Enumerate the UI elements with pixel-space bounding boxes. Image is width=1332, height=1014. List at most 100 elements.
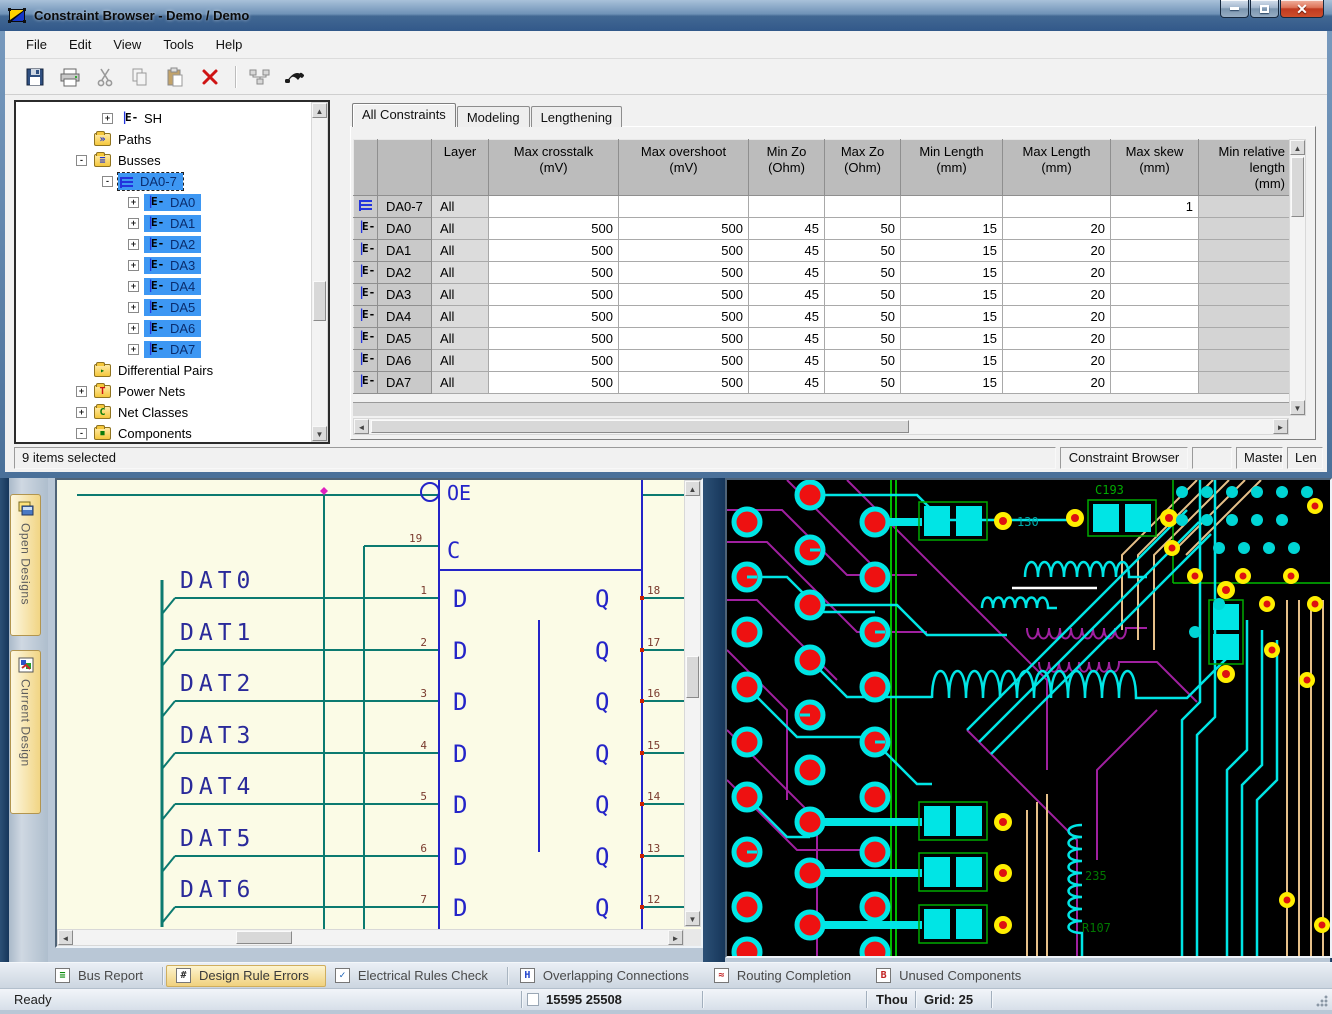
scroll-up-arrow[interactable]: ▲ [1290,140,1305,155]
scroll-left-arrow[interactable]: ◄ [354,419,369,434]
side-tab-current-design[interactable]: Current Design [10,650,41,814]
tree-item-label[interactable]: Net Classes [115,405,191,420]
tree-expander[interactable]: + [76,386,87,397]
tree-item[interactable]: + SH [16,108,311,129]
browser-mode-panel[interactable]: Constraint Browser [1060,447,1188,469]
tree-item-label[interactable]: SH [141,111,165,126]
scrollbar-thumb[interactable] [686,656,699,698]
paste-button[interactable] [161,64,189,90]
tree-item-label[interactable]: DA3 [167,258,198,273]
tree-item-label[interactable]: Differential Pairs [115,363,216,378]
scroll-up-arrow[interactable]: ▲ [685,481,700,496]
tree-item-selected[interactable]: +DA7 [16,339,311,360]
scrollbar-thumb[interactable] [313,281,326,321]
table-row[interactable]: DA5All50050045501520 [354,328,1290,350]
tab-unused-components[interactable]: Unused Components [867,965,1037,987]
tree-item-label[interactable]: DA5 [167,300,198,315]
scrollbar-thumb[interactable] [1291,157,1304,217]
tree-item-selected[interactable]: + DA1 [16,213,311,234]
tree-expander[interactable]: + [128,281,139,292]
menu-file[interactable]: File [15,33,58,56]
menu-tools[interactable]: Tools [152,33,204,56]
header-name-col[interactable] [378,140,432,196]
scroll-down-arrow[interactable]: ▼ [312,426,327,441]
header-max-length[interactable]: Max Length(mm) [1003,140,1111,196]
tree-expander[interactable]: + [128,323,139,334]
tree-item-selected[interactable]: + DA6 [16,318,311,339]
tools-button[interactable] [281,64,309,90]
minimize-button[interactable] [1220,0,1249,18]
tree-item[interactable]: + Power Nets [16,381,311,402]
header-max-overshoot[interactable]: Max overshoot(mV) [619,140,749,196]
tree-item[interactable]: - Busses [16,150,311,171]
tree-item-selected[interactable]: -DA0-7 [16,171,311,192]
cut-button[interactable] [91,64,119,90]
tree-expander[interactable]: + [128,197,139,208]
tree-item-selected[interactable]: + DA3 [16,255,311,276]
schematic-vertical-scrollbar[interactable]: ▲ ▼ [684,480,701,927]
tree-item-label[interactable]: Power Nets [115,384,188,399]
connections-button[interactable] [246,64,274,90]
table-row[interactable]: DA4All50050045501520 [354,306,1290,328]
menu-view[interactable]: View [102,33,152,56]
menu-help[interactable]: Help [205,33,254,56]
save-button[interactable] [21,64,49,90]
pcb-layout-pane[interactable]: C193 130 235 R107 [725,478,1332,958]
tree-expander[interactable]: + [76,407,87,418]
header-layer[interactable]: Layer [432,140,489,196]
delete-button[interactable] [196,64,224,90]
side-tab-open-designs[interactable]: Open Designs [10,494,41,636]
tree-item-label[interactable]: DA1 [167,216,198,231]
tab-lengthening[interactable]: Lengthening [531,106,623,127]
tree-item-label[interactable]: DA6 [167,321,198,336]
header-icon-col[interactable] [354,140,378,196]
scrollbar-thumb[interactable] [371,420,909,433]
tree-item-label[interactable]: Paths [115,132,154,147]
schematic-horizontal-scrollbar[interactable]: ◄ ► [57,929,684,946]
print-button[interactable] [56,64,84,90]
tree-expander[interactable]: + [128,260,139,271]
tree-item-selected[interactable]: +DA2 [16,234,311,255]
table-row[interactable]: DA1All50050045501520 [354,240,1290,262]
tree-expander[interactable]: - [76,155,87,166]
scrollbar-thumb[interactable] [236,931,292,944]
tree-item-label[interactable]: DA4 [167,279,198,294]
tree-expander[interactable]: + [128,239,139,250]
tab-design-rule-errors[interactable]: Design Rule Errors [166,965,326,987]
close-button[interactable]: ✕ [1280,0,1324,18]
tree-expander[interactable]: + [128,218,139,229]
header-max-crosstalk[interactable]: Max crosstalk(mV) [489,140,619,196]
menu-edit[interactable]: Edit [58,33,102,56]
tree-expander[interactable]: + [102,113,113,124]
tree-item-label[interactable]: DA7 [167,342,198,357]
pane-splitter[interactable] [703,478,725,962]
scroll-left-arrow[interactable]: ◄ [58,930,73,945]
schematic-pane[interactable]: OE C DDDDDDD QQQQQQQ DAT0 DAT1 DAT2 DAT3… [55,478,703,948]
tab-all-constraints[interactable]: All Constraints [352,103,456,127]
scroll-right-arrow[interactable]: ► [668,930,683,945]
tree-item-selected[interactable]: + DA5 [16,297,311,318]
tree-vertical-scrollbar[interactable]: ▲ ▼ [311,102,328,442]
tree-item[interactable]: Differential Pairs [16,360,311,381]
schematic-canvas[interactable]: OE C DDDDDDD QQQQQQQ DAT0 DAT1 DAT2 DAT3… [57,480,701,946]
scroll-right-arrow[interactable]: ► [1273,419,1288,434]
tree-expander[interactable]: + [128,302,139,313]
header-max-skew[interactable]: Max skew(mm) [1111,140,1199,196]
scroll-down-arrow[interactable]: ▼ [1290,400,1305,415]
table-row[interactable]: DA0All50050045501520 [354,218,1290,240]
table-row[interactable]: DA3All50050045501520 [354,284,1290,306]
grid-indicator[interactable]: Grid: 25 [924,992,973,1007]
copy-button[interactable] [126,64,154,90]
tab-routing-completion[interactable]: Routing Completion [705,965,867,987]
tree-item-label[interactable]: Busses [115,153,164,168]
length-panel[interactable]: Len [1287,447,1323,469]
maximize-button[interactable] [1250,0,1279,18]
pcb-canvas[interactable]: C193 130 235 R107 [727,480,1330,956]
header-min-length[interactable]: Min Length(mm) [901,140,1003,196]
header-min-zo[interactable]: Min Zo(Ohm) [749,140,825,196]
table-row[interactable]: DA2All50050045501520 [354,262,1290,284]
tab-overlapping-connections[interactable]: Overlapping Connections [511,965,705,987]
tab-bus-report[interactable]: Bus Report [46,965,159,987]
units-indicator[interactable]: Thou [876,992,908,1007]
scroll-down-arrow[interactable]: ▼ [685,911,700,926]
